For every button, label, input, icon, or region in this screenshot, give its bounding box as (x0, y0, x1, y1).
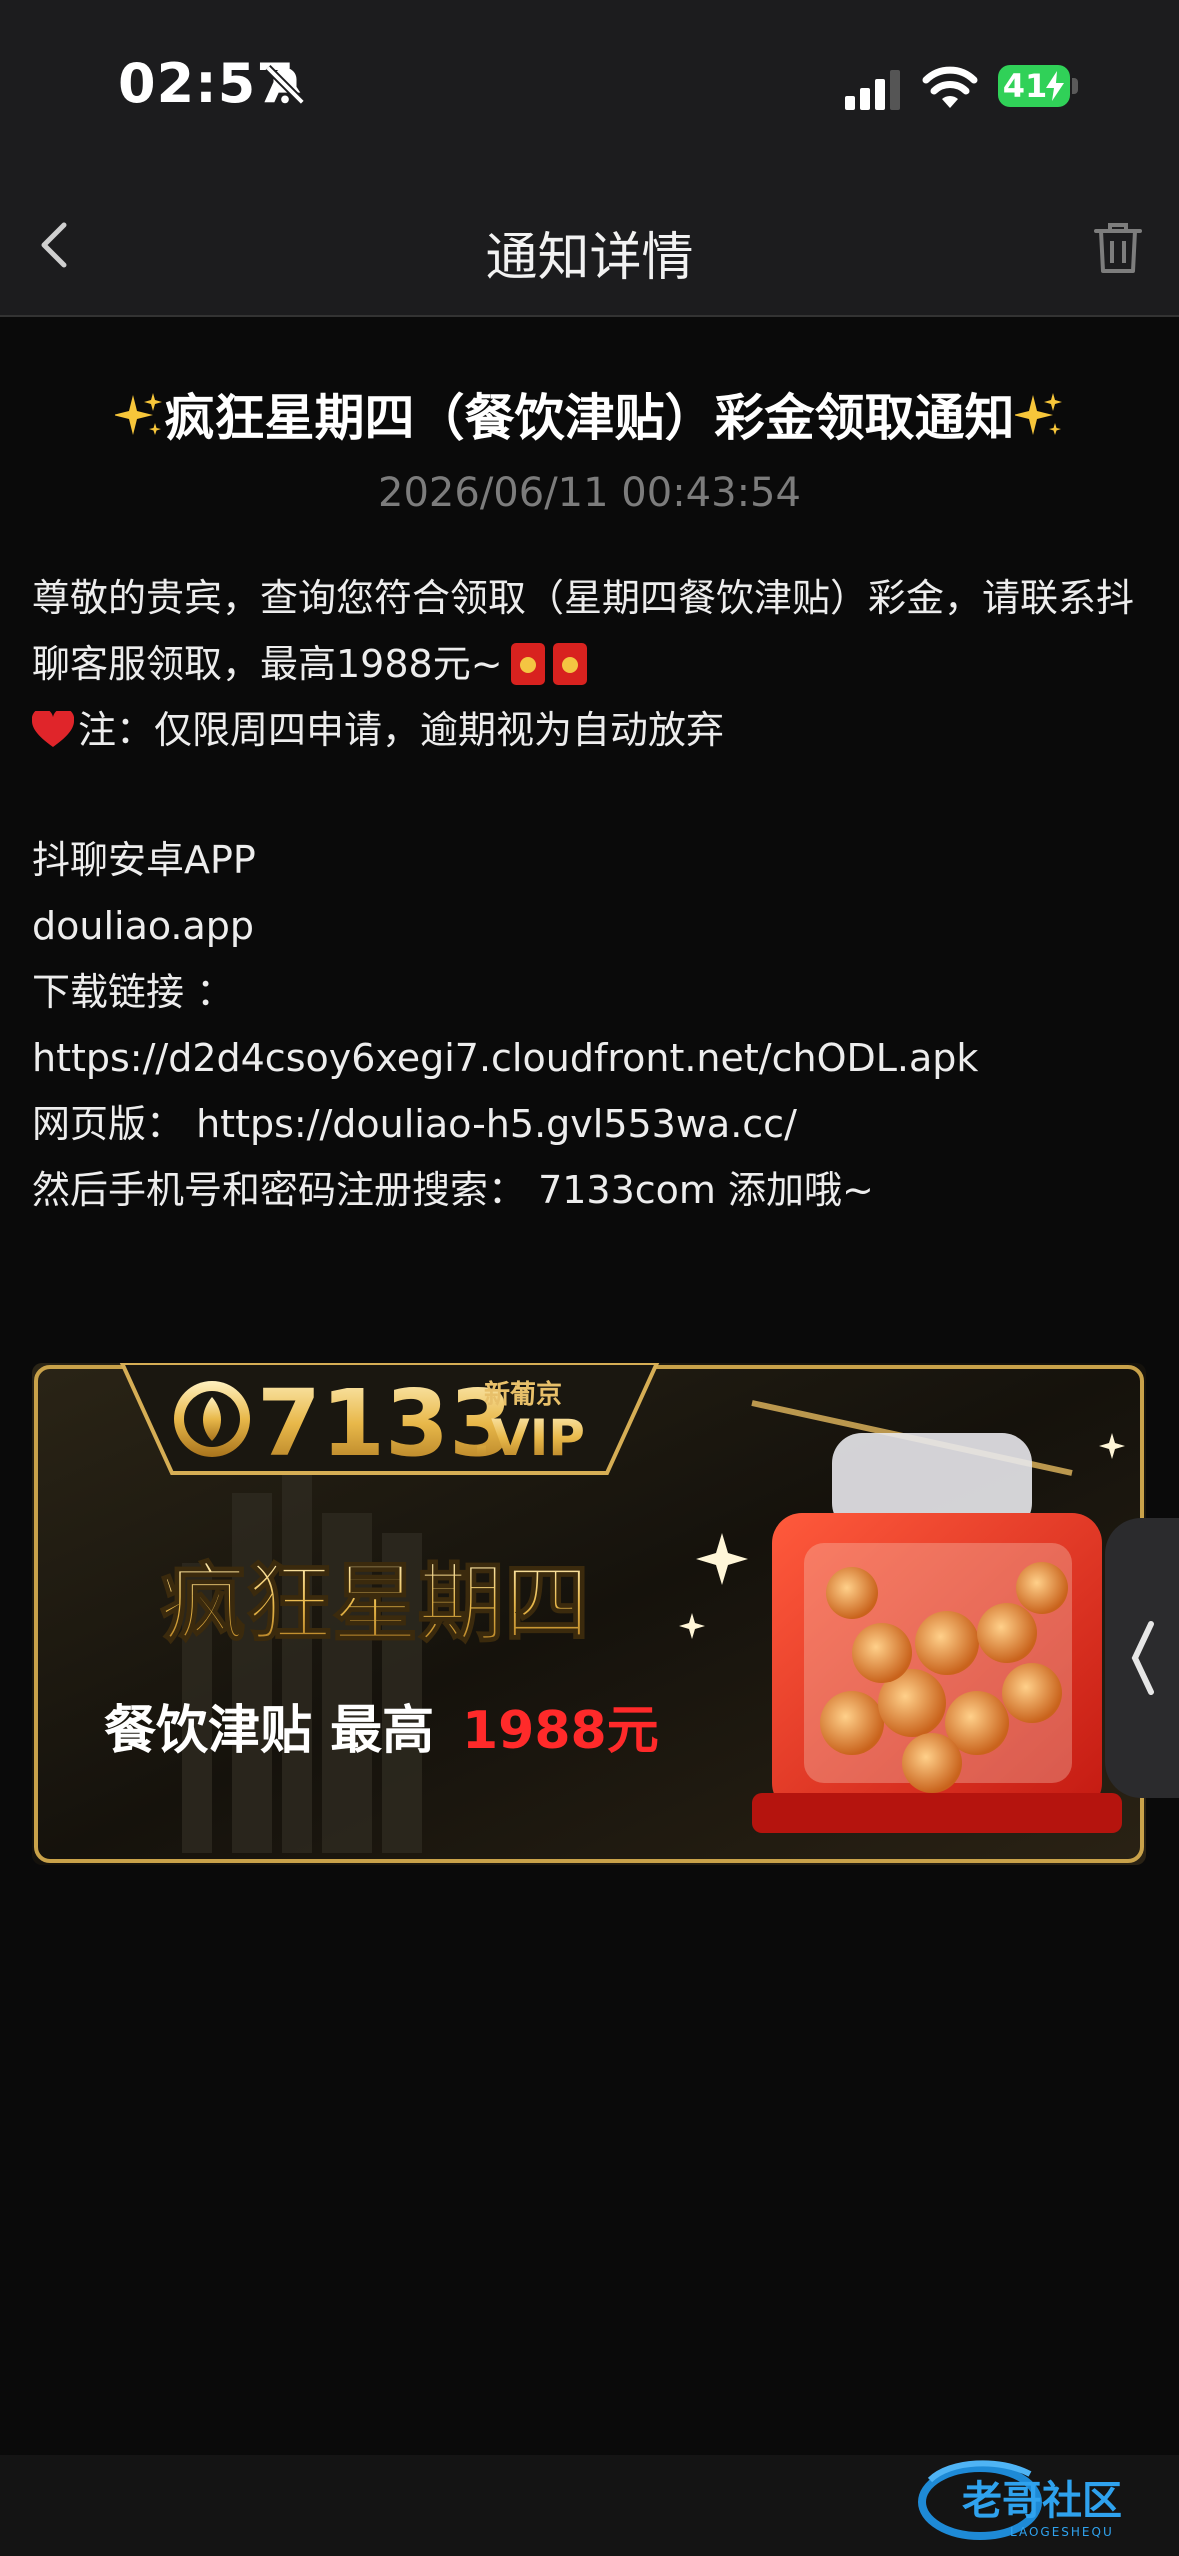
download-link[interactable]: https://d2d4csoy6xegi7.cloudfront.net/ch… (32, 1025, 1157, 1091)
web-version-link[interactable]: 网页版： https://douliao-h5.gvl553wa.cc/ (32, 1091, 1157, 1157)
notice-body: 尊敬的贵宾，查询您符合领取（星期四餐饮津贴）彩金，请联系抖 聊客服领取，最高19… (32, 565, 1157, 1223)
battery-level: 41 (1002, 67, 1048, 105)
notice-title: 疯狂星期四（餐饮津贴）彩金领取通知 (0, 378, 1179, 450)
sparkles-icon (1014, 393, 1062, 435)
watermark-logo: 老哥社区 LAOGESHEQU (918, 2460, 1122, 2540)
chevron-left-icon (1131, 1621, 1154, 1695)
body-line: 然后手机号和密码注册搜索： 7133com 添加哦~ (32, 1168, 874, 1212)
body-line: 下载链接 ： (32, 970, 235, 1014)
red-envelope-icon (552, 643, 587, 685)
trash-icon[interactable] (1088, 217, 1148, 277)
red-envelope-icon (510, 643, 545, 685)
wifi-icon (922, 66, 978, 108)
body-line-text: 注：仅限周四申请，逾期视为自动放弃 (78, 708, 725, 752)
notice-date: 2026/06/11 00:43:54 (378, 470, 801, 516)
promo-banner-image[interactable]: 7133 .VIP 新葡京 疯狂星期四 餐饮津贴 最高 1988元 (32, 1363, 1146, 1865)
charging-bolt-icon (1046, 71, 1064, 101)
body-line-text: 聊客服领取，最高1988元~ (32, 642, 503, 686)
page-title: 通知详情 (485, 228, 694, 288)
banner-sub-amount: 1988元 (462, 1701, 659, 1761)
status-bar: 02:57 41 (0, 0, 1179, 175)
banner-sub-prefix: 餐饮津贴 最高 (104, 1701, 434, 1761)
body-line: 抖聊安卓APP (32, 838, 256, 882)
body-line: 聊客服领取，最高1988元~ (32, 631, 1157, 697)
body-line: 尊敬的贵宾，查询您符合领取（星期四餐饮津贴）彩金，请联系抖 (32, 576, 1135, 620)
floating-side-handle[interactable] (1105, 1518, 1179, 1798)
heart-icon (32, 711, 74, 747)
notice-title-text: 疯狂星期四（餐饮津贴）彩金领取通知 (164, 389, 1015, 447)
cellular-signal-icon (845, 70, 900, 110)
battery-indicator: 41 (998, 65, 1080, 107)
navigation-bar: 通知详情 (0, 175, 1179, 317)
body-line: 注：仅限周四申请，逾期视为自动放弃 (32, 697, 1157, 763)
banner-headline: 疯狂星期四 (160, 1554, 590, 1654)
sparkles-icon (114, 393, 162, 435)
body-line[interactable]: douliao.app (32, 893, 1157, 959)
watermark-text-cn: 老哥社区 (962, 2478, 1122, 2524)
banner-logo-tld: .VIP (472, 1409, 585, 1467)
watermark-text-en: LAOGESHEQU (1010, 2525, 1114, 2539)
promo-banner-art: 7133 .VIP 新葡京 疯狂星期四 餐饮津贴 最高 1988元 (32, 1363, 1146, 1865)
banner-logo-brand: 新葡京 (484, 1379, 562, 1410)
bell-muted-icon (265, 65, 305, 105)
